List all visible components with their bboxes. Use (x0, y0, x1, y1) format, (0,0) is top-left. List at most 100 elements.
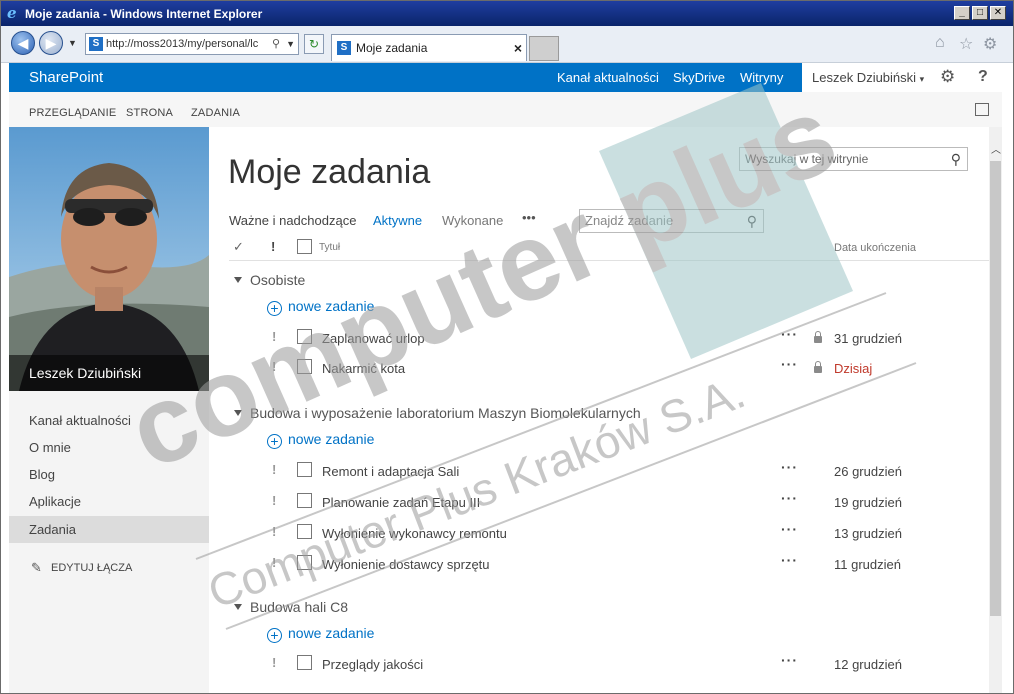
task-checkbox[interactable] (297, 655, 312, 670)
importance-icon[interactable]: ! (272, 329, 276, 344)
settings-gear-icon[interactable]: ⚙ (940, 67, 955, 87)
importance-icon[interactable]: ! (272, 359, 276, 374)
importance-icon[interactable]: ! (272, 524, 276, 539)
more-views-ellipsis[interactable]: ••• (522, 210, 536, 225)
group-header-hall-c8[interactable]: Budowa hali C8 (234, 599, 348, 615)
address-bar[interactable]: S http://moss2013/my/personal/lc ⚲ ▼ (85, 33, 299, 55)
back-button[interactable]: ◀ (11, 31, 35, 55)
table-row[interactable]: ! Zaplanować urlop ··· 31 grudzień (209, 323, 989, 353)
sharepoint-favicon: S (337, 41, 351, 55)
table-row[interactable]: ! Wyłonienie dostawcy sprzętu ··· 11 gru… (209, 549, 989, 579)
task-checkbox[interactable] (297, 462, 312, 477)
due-column-header[interactable]: Data ukończenia (834, 242, 916, 254)
view-completed[interactable]: Wykonane (442, 213, 503, 228)
task-menu-ellipsis[interactable]: ··· (781, 459, 798, 475)
nav-tasks[interactable]: Zadania (29, 522, 76, 537)
title-column-header[interactable]: Tytuł (319, 242, 340, 253)
importance-icon[interactable]: ! (272, 655, 276, 670)
window-title: Moje zadania - Windows Internet Explorer (25, 7, 263, 21)
view-important-upcoming[interactable]: Ważne i nadchodzące (229, 213, 356, 228)
importance-icon[interactable]: ! (272, 493, 276, 508)
task-checkbox[interactable] (297, 555, 312, 570)
task-menu-ellipsis[interactable]: ··· (781, 521, 798, 537)
scrollbar-thumb[interactable] (990, 161, 1001, 616)
table-row[interactable]: ! Nakarmić kota ··· Dzisiaj (209, 353, 989, 383)
importance-icon[interactable]: ! (272, 462, 276, 477)
help-icon[interactable]: ? (978, 68, 988, 86)
task-menu-ellipsis[interactable]: ··· (781, 356, 798, 372)
view-active[interactable]: Aktywne (373, 213, 422, 228)
new-task-link[interactable]: + nowe zadanie (267, 298, 374, 316)
task-menu-ellipsis[interactable]: ··· (781, 552, 798, 568)
table-row[interactable]: ! Przeglądy jakości ··· 12 grudzień (209, 649, 989, 679)
task-menu-ellipsis[interactable]: ··· (781, 326, 798, 342)
suite-bar: SharePoint Kanał aktualności SkyDrive Wi… (9, 63, 1002, 92)
chevron-down-icon: ▾ (919, 74, 925, 84)
task-title[interactable]: Planowanie zadań Etapu III (322, 495, 480, 510)
nav-apps[interactable]: Aplikacje (29, 494, 81, 509)
suite-link-skydrive[interactable]: SkyDrive (673, 70, 725, 85)
search-icon[interactable]: ⚲ (272, 34, 280, 54)
tab-moje-zadania[interactable]: S Moje zadania × (331, 34, 527, 61)
task-title[interactable]: Wyłonienie wykonawcy remontu (322, 526, 507, 541)
profile-photo[interactable]: Leszek Dziubiński (9, 127, 209, 391)
task-menu-ellipsis[interactable]: ··· (781, 652, 798, 668)
task-checkbox[interactable] (297, 359, 312, 374)
table-row[interactable]: ! Wyłonienie wykonawcy remontu ··· 13 gr… (209, 518, 989, 548)
task-title[interactable]: Nakarmić kota (322, 361, 405, 376)
new-task-link[interactable]: + nowe zadanie (267, 625, 374, 643)
edit-links[interactable]: EDYTUJ ŁĄCZA (51, 562, 132, 574)
nav-blog[interactable]: Blog (29, 467, 55, 482)
select-all-checkbox[interactable] (297, 239, 312, 254)
tools-gear-icon[interactable]: ⚙ (983, 34, 997, 54)
task-menu-ellipsis[interactable]: ··· (781, 490, 798, 506)
profile-name: Leszek Dziubiński (9, 355, 209, 391)
group-header-personal[interactable]: Osobiste (234, 272, 305, 288)
vertical-scrollbar[interactable]: ︿ (989, 127, 1002, 693)
header-divider (229, 260, 989, 261)
complete-column-icon: ✓ (233, 239, 244, 254)
task-checkbox[interactable] (297, 329, 312, 344)
task-checkbox[interactable] (297, 524, 312, 539)
home-icon[interactable]: ⌂ (935, 34, 945, 52)
sharepoint-brand[interactable]: SharePoint (29, 69, 103, 86)
close-button[interactable]: ✕ (990, 6, 1006, 20)
search-icon[interactable]: ⚲ (951, 148, 961, 170)
user-menu[interactable]: Leszek Dziubiński ▾ (812, 70, 924, 85)
collapse-triangle-icon (234, 410, 242, 416)
close-tab-icon[interactable]: × (514, 35, 522, 61)
importance-icon[interactable]: ! (272, 555, 276, 570)
user-area: Leszek Dziubiński ▾ ⚙ ? (802, 63, 1002, 92)
suite-link-sites[interactable]: Witryny (740, 70, 783, 85)
history-dropdown-icon[interactable]: ▼ (68, 38, 77, 48)
tab-page[interactable]: STRONA (126, 107, 173, 119)
nav-about-me[interactable]: O mnie (29, 440, 71, 455)
task-title[interactable]: Remont i adaptacja Sali (322, 464, 459, 479)
tab-tasks[interactable]: ZADANIA (191, 107, 240, 119)
table-row[interactable]: ! Remont i adaptacja Sali ··· 26 grudzie… (209, 456, 989, 486)
refresh-button[interactable]: ↻ (304, 34, 324, 54)
forward-button[interactable]: ▶ (39, 31, 63, 55)
scroll-up-icon[interactable]: ︿ (991, 141, 1001, 156)
suite-link-newsfeed[interactable]: Kanał aktualności (557, 70, 659, 85)
new-task-link[interactable]: + nowe zadanie (267, 431, 374, 449)
chevron-down-icon[interactable]: ▼ (286, 34, 295, 54)
sharepoint-favicon: S (89, 37, 103, 51)
new-tab-button[interactable] (529, 36, 559, 61)
internet-explorer-icon: e (7, 4, 17, 22)
maximize-button[interactable]: □ (972, 6, 988, 20)
site-search-input[interactable]: Wyszukaj w tej witrynie ⚲ (739, 147, 968, 171)
task-checkbox[interactable] (297, 493, 312, 508)
group-header-laboratory[interactable]: Budowa i wyposażenie laboratorium Maszyn… (234, 405, 641, 421)
table-row[interactable]: ! Planowanie zadań Etapu III ··· 19 grud… (209, 487, 989, 517)
favorites-star-icon[interactable]: ☆ (959, 34, 973, 54)
focus-mode-icon[interactable] (975, 103, 989, 116)
minimize-button[interactable]: _ (954, 6, 970, 20)
find-task-input[interactable]: Znajdź zadanie ⚲ (579, 209, 764, 233)
task-title[interactable]: Wyłonienie dostawcy sprzętu (322, 557, 490, 572)
search-icon[interactable]: ⚲ (747, 210, 757, 232)
task-title[interactable]: Zaplanować urlop (322, 331, 425, 346)
task-title[interactable]: Przeglądy jakości (322, 657, 423, 672)
nav-newsfeed[interactable]: Kanał aktualności (29, 413, 131, 428)
tab-browse[interactable]: PRZEGLĄDANIE (29, 107, 116, 119)
